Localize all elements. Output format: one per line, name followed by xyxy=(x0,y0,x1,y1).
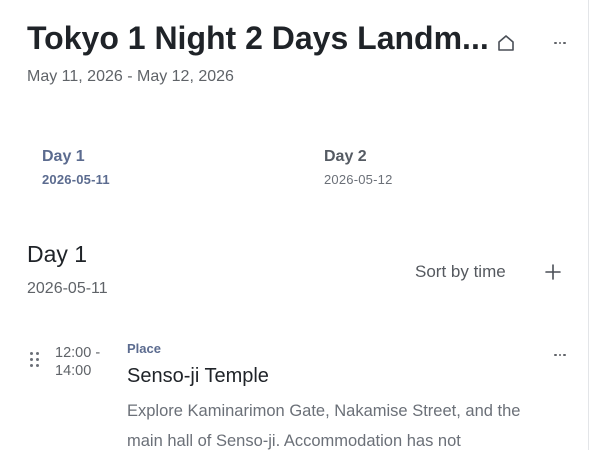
scrollbar[interactable] xyxy=(588,0,600,450)
item-description: Explore Kaminarimon Gate, Nakamise Stree… xyxy=(127,402,521,450)
tab-day-2[interactable]: Day 2 2026-05-12 xyxy=(324,148,444,187)
drag-handle-icon[interactable] xyxy=(30,352,42,370)
home-icon xyxy=(498,35,514,51)
more-horizontal-icon xyxy=(554,353,566,357)
more-horizontal-icon xyxy=(554,41,566,45)
tab-day-date: 2026-05-12 xyxy=(324,172,393,187)
tab-day-1[interactable]: Day 1 2026-05-11 xyxy=(42,148,162,187)
tab-day-label: Day 1 xyxy=(42,148,85,165)
tab-day-label: Day 2 xyxy=(324,148,367,165)
item-more-button[interactable] xyxy=(547,344,573,366)
day-section-date: 2026-05-11 xyxy=(27,280,108,297)
more-options-button[interactable] xyxy=(547,32,573,54)
day-section-title: Day 1 xyxy=(27,241,88,267)
home-button[interactable] xyxy=(493,30,519,56)
item-place-name[interactable]: Senso-ji Temple xyxy=(127,365,269,388)
tab-day-date: 2026-05-11 xyxy=(42,172,110,187)
item-category: Place xyxy=(127,341,161,356)
plus-icon xyxy=(545,264,561,280)
sort-by-time-button[interactable]: Sort by time xyxy=(415,262,506,282)
trip-date-range: May 11, 2026 - May 12, 2026 xyxy=(27,68,234,85)
item-time: 12:00 - 14:00 xyxy=(55,345,101,379)
add-item-button[interactable] xyxy=(540,259,566,285)
trip-title: Tokyo 1 Night 2 Days Landm... xyxy=(27,20,489,56)
